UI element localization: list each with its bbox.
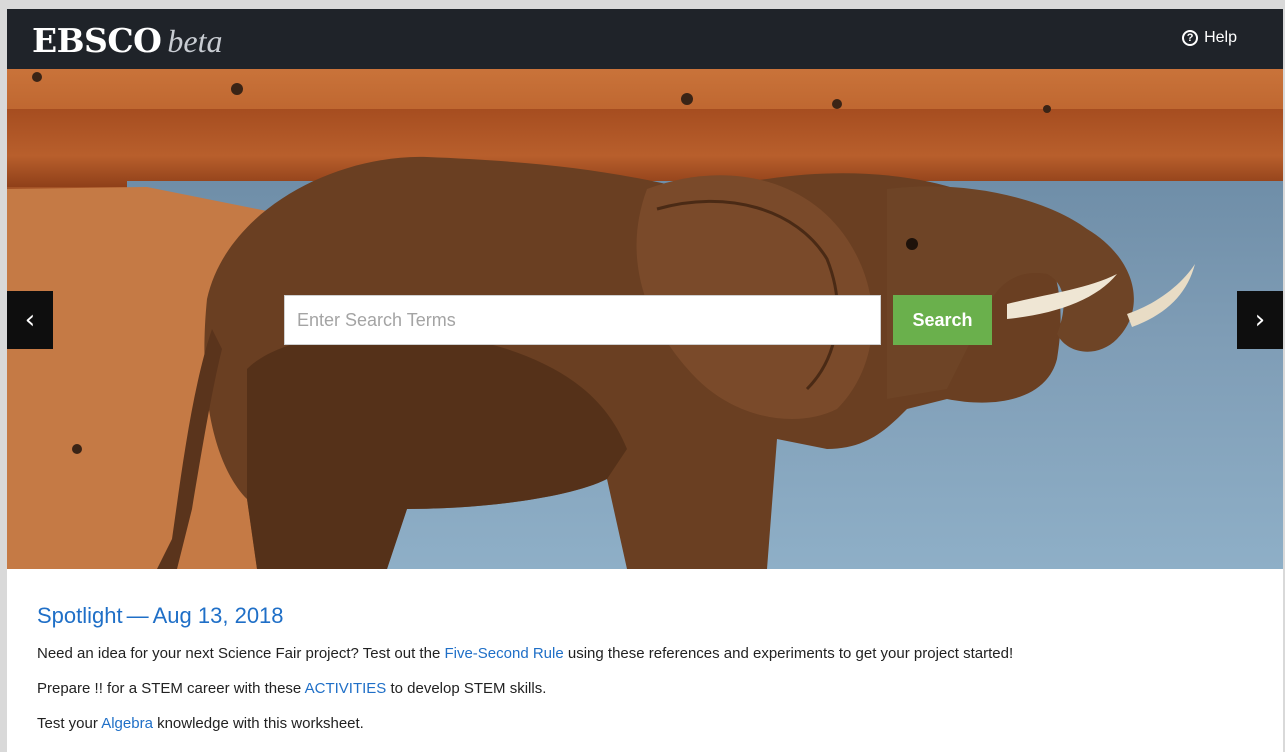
spotlight-text: to develop STEM skills. [386,680,547,697]
logo-brand: EBSCO [32,21,162,60]
search-bar: Search [284,295,992,345]
activities-link[interactable]: ACTIVITIES [305,680,387,697]
help-link[interactable]: ? Help [1182,29,1237,47]
spotlight-text: Prepare !! for a STEM career with these [37,680,305,697]
help-label: Help [1204,29,1237,46]
algebra-link[interactable]: Algebra [101,715,153,732]
top-bar: EBSCO beta ? Help [7,9,1283,69]
search-input[interactable] [284,295,881,345]
carousel-next-button[interactable]: › [1237,291,1283,349]
carousel-prev-button[interactable]: ‹ [7,291,53,349]
spotlight-item: Test your Algebra knowledge with this wo… [37,715,1257,732]
chevron-right-icon: › [1254,305,1266,335]
spotlight-text: knowledge with this worksheet. [152,715,364,732]
spotlight-item: Need an idea for your next Science Fair … [37,645,1257,662]
page-frame: EBSCO beta ? Help ‹ › Enter Search Terms… [7,9,1283,752]
spotlight-date: Aug 13, 2018 [152,603,284,628]
spotlight-heading: Spotlight [37,603,123,628]
spotlight-text: Need an idea for your next Science Fair … [37,645,445,662]
search-button[interactable]: Search [893,295,992,345]
spotlight-separator: — [126,603,149,628]
spotlight-text: Test your [37,715,102,732]
five-second-rule-link[interactable]: Five-Second Rule [444,645,563,662]
question-circle-icon: ? [1182,30,1199,46]
spotlight-text: using these references and experiments t… [563,645,1014,662]
spotlight-item: Prepare !! for a STEM career with these … [37,680,1257,697]
chevron-left-icon: ‹ [24,305,36,335]
spotlight-title: Spotlight — Aug 13, 2018 [37,603,1257,629]
spotlight-section: Spotlight — Aug 13, 2018 Need an idea for … [37,603,1257,750]
hero-banner: ‹ › Search [7,69,1283,569]
logo-suffix: beta [167,23,223,59]
ebsco-logo[interactable]: EBSCO beta [32,21,222,60]
